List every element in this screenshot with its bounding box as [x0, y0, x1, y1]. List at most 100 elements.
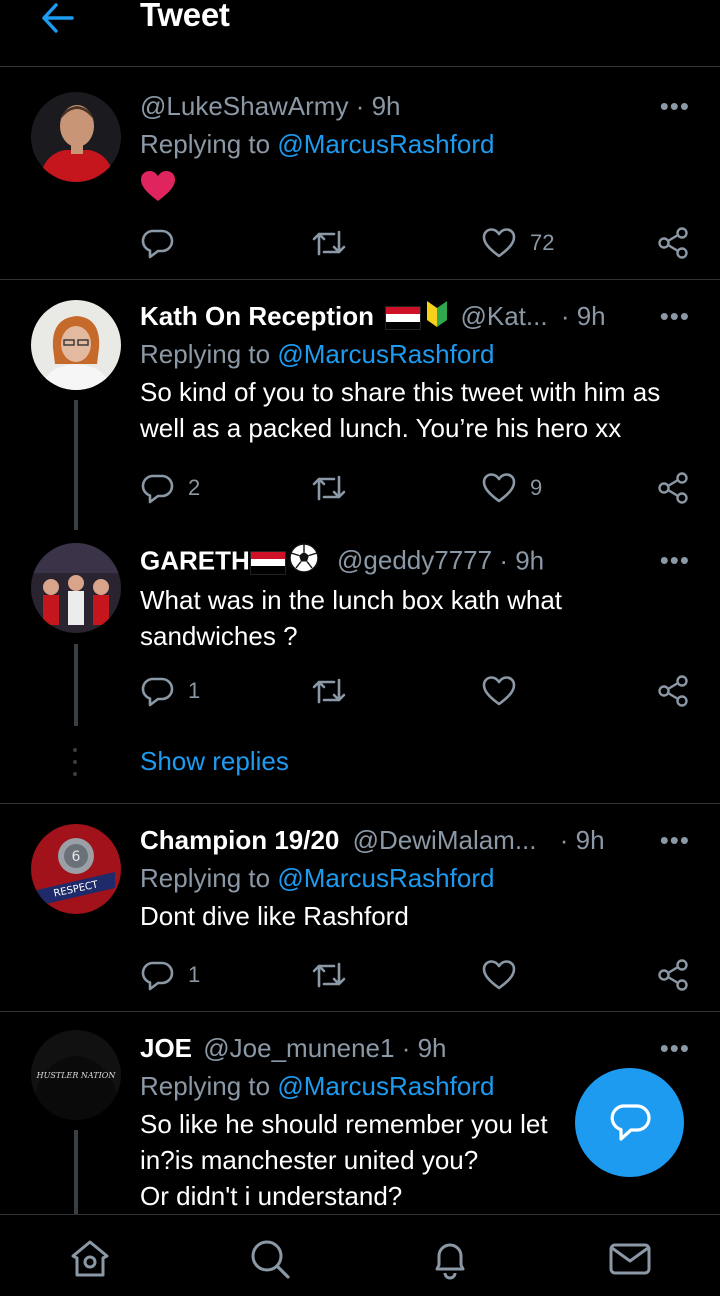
like-button[interactable]: 72: [482, 223, 554, 263]
reply-count: 1: [188, 962, 201, 987]
tweet-item[interactable]: @LukeShawArmy · 9h ••• Replying to @Marc…: [0, 70, 720, 278]
user-name[interactable]: JOE: [140, 1033, 192, 1063]
retweet-icon: [310, 958, 348, 992]
replying-to: Replying to @MarcusRashford: [140, 129, 495, 159]
user-handle[interactable]: @Joe_munene1: [203, 1033, 394, 1063]
tweet-time: · 9h: [401, 1033, 447, 1063]
page-title: Tweet: [140, 0, 230, 33]
replying-to: Replying to @MarcusRashford: [140, 339, 495, 369]
heart-icon: [482, 227, 516, 259]
like-count: 72: [530, 230, 555, 255]
tweet-item[interactable]: GARETH @geddy7777 · 9h ••• What was in t…: [0, 540, 720, 740]
reply-count: 1: [188, 678, 201, 703]
tweet-item[interactable]: Kath On Reception @Kat... · 9h ••• Reply…: [0, 280, 720, 540]
reply-button[interactable]: [140, 223, 188, 263]
like-count: 9: [530, 475, 543, 500]
messages-icon[interactable]: [608, 1237, 652, 1281]
like-button[interactable]: [482, 955, 516, 995]
reply-icon: [140, 226, 174, 260]
retweet-button[interactable]: [310, 671, 348, 711]
tweet-text: Dont dive like Rashford: [140, 901, 409, 931]
tweet-text: What was in the lunch box kath what sand…: [140, 585, 563, 651]
reply-button[interactable]: 1: [140, 671, 200, 711]
share-icon: [656, 471, 690, 505]
arrow-left-icon[interactable]: [38, 0, 78, 36]
retweet-icon: [310, 471, 348, 505]
retweet-icon: [310, 674, 348, 708]
bottom-nav: [0, 1214, 720, 1296]
thread-line: [74, 400, 78, 530]
reply-icon: [140, 471, 174, 505]
mention-link[interactable]: @MarcusRashford: [277, 129, 494, 159]
heart-icon: [482, 472, 516, 504]
mention-link[interactable]: @MarcusRashford: [277, 339, 494, 369]
heart-icon: [482, 675, 516, 707]
mention-link[interactable]: @MarcusRashford: [277, 863, 494, 893]
reply-icon: [608, 1102, 652, 1149]
tweet-header: Champion 19/20 @DewiMalam... · 9h •••: [140, 822, 690, 858]
share-icon: [656, 226, 690, 260]
more-options-icon[interactable]: •••: [656, 822, 690, 858]
tweet-time: · 9h: [559, 825, 605, 855]
avatar[interactable]: 6 RESPECT: [31, 824, 121, 914]
yemen-flag-emoji: [249, 550, 286, 575]
tweet-header: @LukeShawArmy · 9h •••: [140, 88, 690, 124]
thread-line: [74, 1130, 78, 1214]
user-name[interactable]: Kath On Reception: [140, 301, 374, 331]
avatar[interactable]: HUSTLER NATION: [31, 1030, 121, 1120]
reply-count: 2: [188, 475, 201, 500]
yemen-flag-emoji: [385, 306, 422, 331]
svg-text:6: 6: [72, 849, 81, 865]
thread-line: [74, 644, 78, 726]
like-button[interactable]: 9: [482, 468, 542, 508]
user-name[interactable]: Champion 19/20: [140, 825, 339, 855]
user-name[interactable]: GARETH: [140, 545, 250, 575]
user-handle[interactable]: @Kat...: [460, 301, 547, 331]
notifications-icon[interactable]: [428, 1237, 472, 1281]
retweet-button[interactable]: [310, 468, 348, 508]
home-icon[interactable]: [68, 1237, 112, 1281]
tweet-time: · 9h: [355, 91, 401, 121]
share-button[interactable]: [656, 955, 690, 995]
tweet-header: Kath On Reception @Kat... · 9h •••: [140, 298, 690, 334]
compose-reply-button[interactable]: [575, 1068, 684, 1177]
tweet-header: GARETH @geddy7777 · 9h •••: [140, 542, 690, 578]
avatar[interactable]: [31, 543, 121, 633]
soccer-ball-emoji: [288, 542, 320, 583]
retweet-icon: [310, 226, 348, 260]
more-options-icon[interactable]: •••: [656, 88, 690, 124]
more-options-icon[interactable]: •••: [656, 298, 690, 334]
replying-to: Replying to @MarcusRashford: [140, 863, 495, 893]
retweet-button[interactable]: [310, 955, 348, 995]
tweet-text: So kind of you to share this tweet with …: [140, 377, 661, 443]
beginner-symbol-emoji: [425, 299, 449, 338]
tweet-header: JOE @Joe_munene1 · 9h •••: [140, 1030, 690, 1066]
heart-icon: [482, 959, 516, 991]
reply-icon: [140, 958, 174, 992]
thread-dots: [72, 748, 78, 784]
retweet-button[interactable]: [310, 223, 348, 263]
show-replies-link[interactable]: Show replies: [140, 746, 289, 777]
reply-button[interactable]: 2: [140, 468, 200, 508]
more-options-icon[interactable]: •••: [656, 542, 690, 578]
user-handle[interactable]: @LukeShawArmy: [140, 91, 348, 121]
share-button[interactable]: [656, 468, 690, 508]
tweet-item[interactable]: 6 RESPECT Champion 19/20 @DewiMalam... ·…: [0, 804, 720, 1010]
mention-link[interactable]: @MarcusRashford: [277, 1071, 494, 1101]
share-button[interactable]: [656, 671, 690, 711]
share-icon: [656, 958, 690, 992]
avatar[interactable]: [31, 300, 121, 390]
search-icon[interactable]: [248, 1237, 292, 1281]
user-handle[interactable]: @DewiMalam...: [353, 825, 537, 855]
share-button[interactable]: [656, 223, 690, 263]
like-button[interactable]: [482, 671, 516, 711]
reply-icon: [140, 674, 174, 708]
user-handle[interactable]: @geddy7777: [337, 545, 492, 575]
tweet-time: · 9h: [499, 545, 545, 576]
reply-button[interactable]: 1: [140, 955, 200, 995]
svg-text:HUSTLER NATION: HUSTLER NATION: [36, 1071, 117, 1080]
heart-emoji: [140, 170, 690, 207]
share-icon: [656, 674, 690, 708]
avatar[interactable]: [31, 92, 121, 182]
more-options-icon[interactable]: •••: [656, 1030, 690, 1066]
